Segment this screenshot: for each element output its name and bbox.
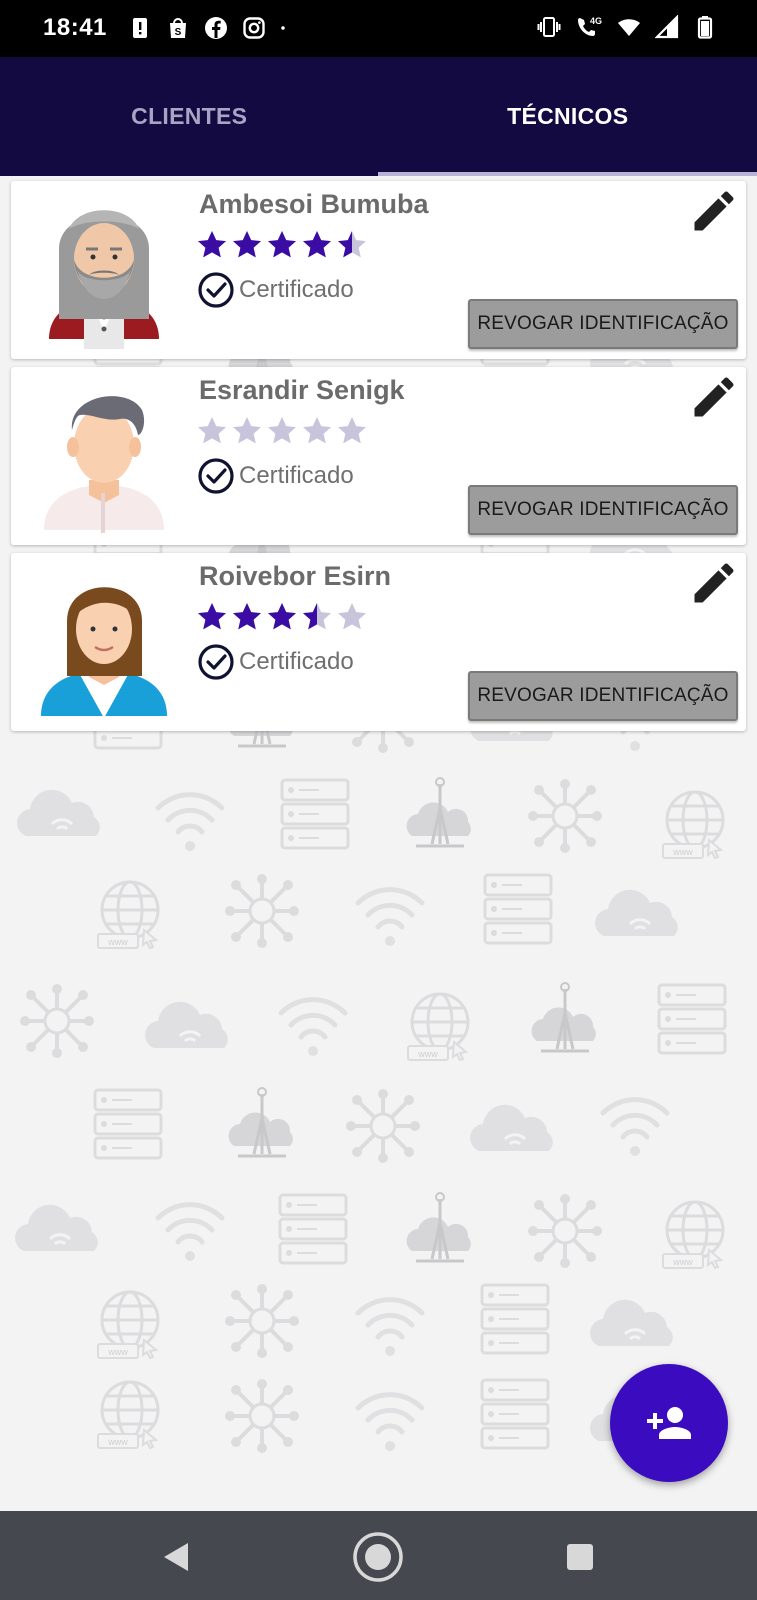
star-icon [303,417,331,444]
dot-icon [281,26,285,30]
star-icon [198,603,226,630]
star-icon [268,417,296,444]
technician-card-1[interactable]: Ambesoi Bumuba Certificado REVOGAR IDENT… [11,181,746,359]
star-icon [338,603,366,630]
wifi-call-4g-icon: 4G [578,16,602,36]
back-icon[interactable] [148,1529,204,1585]
revoke-identification-button[interactable]: REVOGAR IDENTIFICAÇÃO [468,671,738,721]
tab-clientes[interactable]: CLIENTES [0,57,379,176]
home-icon[interactable] [350,1529,406,1585]
certified-status: Certificado [197,271,354,309]
wifi-icon [618,19,640,36]
edit-icon[interactable] [688,557,740,609]
star-icon [338,417,366,444]
navigation-bar [0,1511,757,1600]
star-icon [303,603,331,630]
tab-clientes-label: CLIENTES [131,103,248,129]
add-technician-button[interactable] [610,1364,728,1482]
star-icon [233,231,261,258]
check-circle-icon [198,644,234,680]
tab-bar: CLIENTES TÉCNICOS [0,57,757,176]
revoke-identification-button[interactable]: REVOGAR IDENTIFICAÇÃO [468,485,738,535]
faceless-man-avatar [29,375,179,535]
certified-status: Certificado [197,457,354,495]
certified-label: Certificado [239,648,354,675]
certified-label: Certificado [239,276,354,303]
check-circle-icon [198,272,234,308]
facebook-icon [205,17,227,39]
technician-name: Roivebor Esirn [199,561,392,591]
star-icon [268,603,296,630]
technician-name: Esrandir Senigk [199,375,405,405]
battery-icon [697,16,713,39]
check-circle-icon [198,458,234,494]
network-type-label: 4G [590,16,602,26]
star-rating [196,229,368,261]
old-man-beard-avatar [29,189,179,349]
alert-icon [133,18,147,38]
tab-tecnicos[interactable]: TÉCNICOS [379,57,757,176]
certified-status: Certificado [197,643,354,681]
star-rating [196,415,368,447]
edit-icon[interactable] [688,371,740,423]
star-icon [198,417,226,444]
shopping-bag-icon: S [170,18,186,38]
star-icon [233,603,261,630]
instagram-icon [243,17,265,39]
status-time: 18:41 [43,14,107,41]
star-icon [233,417,261,444]
signal-icon [655,15,679,39]
technician-name: Ambesoi Bumuba [199,189,429,219]
tab-tecnicos-label: TÉCNICOS [507,103,629,129]
technician-card-2[interactable]: Esrandir Senigk Certificado REVOGAR IDEN… [11,367,746,545]
technician-card-3[interactable]: Roivebor Esirn Certificado REVOGAR IDENT… [11,553,746,731]
star-rating [196,601,368,633]
svg-text:S: S [175,27,182,38]
star-icon [338,231,366,258]
certified-label: Certificado [239,462,354,489]
edit-icon[interactable] [688,185,740,237]
vibrate-icon [537,17,561,37]
add-person-icon [647,1407,691,1439]
star-icon [303,231,331,258]
star-icon [268,231,296,258]
status-bar: 18:41 S 4G [0,0,757,57]
star-icon [198,231,226,258]
woman-avatar [29,561,179,721]
revoke-identification-button[interactable]: REVOGAR IDENTIFICAÇÃO [468,299,738,349]
recents-icon[interactable] [552,1529,608,1585]
